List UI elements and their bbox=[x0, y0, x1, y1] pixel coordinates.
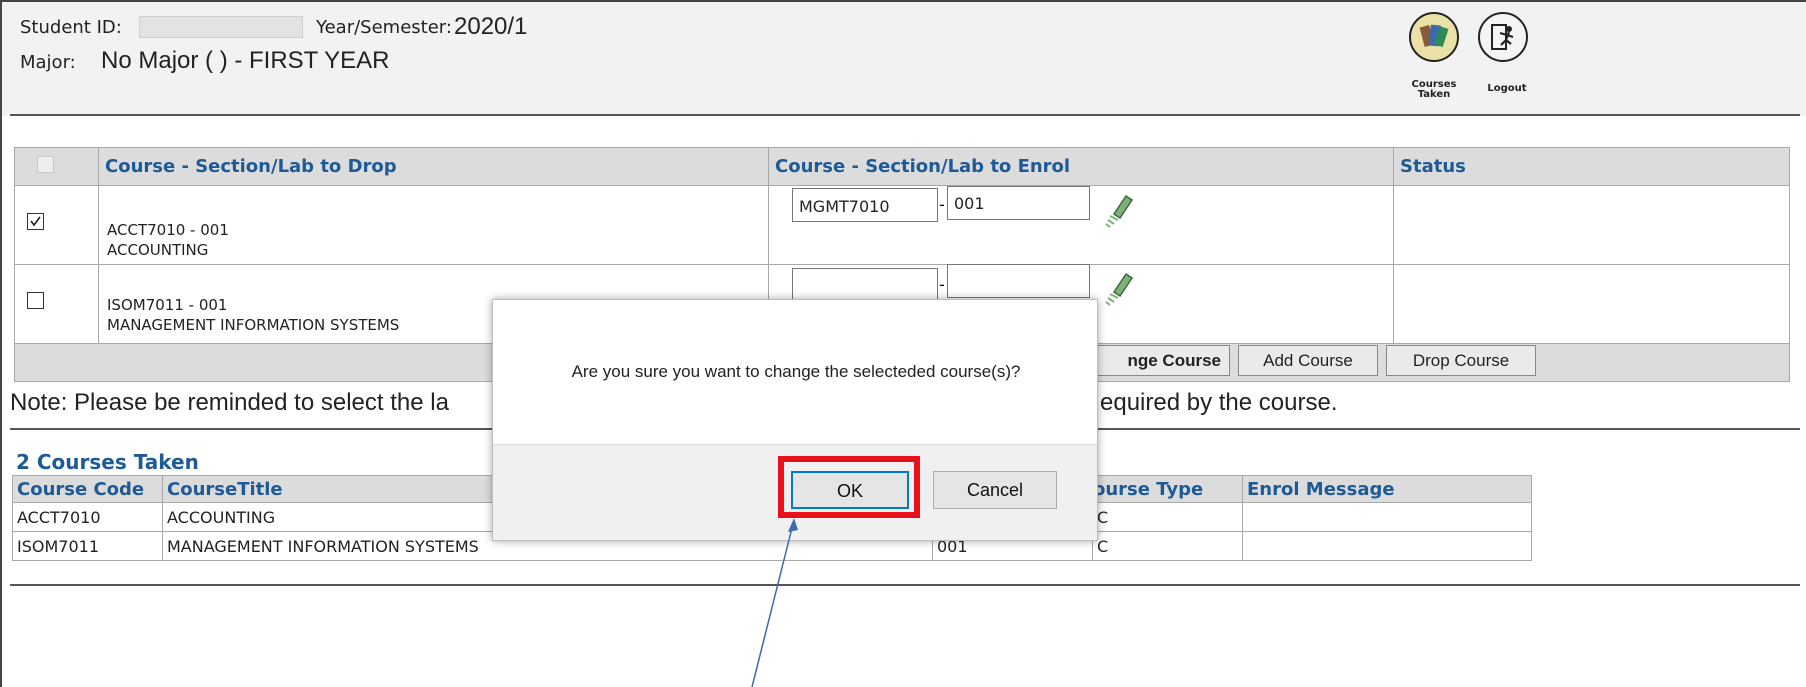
enrol-section-input[interactable] bbox=[947, 264, 1090, 298]
drop-course-cell: ACCT7010 - 001 ACCOUNTING bbox=[98, 185, 769, 265]
status-cell bbox=[1393, 264, 1790, 344]
cancel-button[interactable]: Cancel bbox=[933, 471, 1057, 509]
note-text-left: Note: Please be reminded to select the l… bbox=[10, 389, 449, 416]
change-course-button[interactable]: nge Course bbox=[1082, 345, 1230, 376]
select-all-header[interactable] bbox=[14, 147, 99, 186]
year-semester-value: 2020/1 bbox=[454, 13, 528, 40]
bottom-divider bbox=[10, 584, 1800, 586]
course-type-cell: C bbox=[1092, 531, 1243, 561]
course-code-cell: ISOM7011 bbox=[12, 531, 163, 561]
status-cell bbox=[1393, 185, 1790, 265]
enrol-message-cell bbox=[1242, 531, 1532, 561]
course-type-cell: C bbox=[1092, 502, 1243, 532]
row-checkbox-cell[interactable] bbox=[14, 185, 99, 265]
student-header: Student ID: Year/Semester: 2020/1 Major:… bbox=[2, 2, 1806, 116]
courses-taken-title: 2 Courses Taken bbox=[16, 450, 199, 474]
enrol-message-cell bbox=[1242, 502, 1532, 532]
logout-icon[interactable] bbox=[1478, 12, 1528, 62]
drop-course-title: ACCOUNTING bbox=[107, 241, 209, 259]
year-semester-label: Year/Semester: bbox=[316, 17, 452, 38]
drop-column-header: Course - Section/Lab to Drop bbox=[98, 147, 769, 186]
add-course-button[interactable]: Add Course bbox=[1238, 345, 1378, 376]
header-divider bbox=[10, 114, 1800, 116]
courses-taken-caption[interactable]: Courses Taken bbox=[1406, 80, 1462, 100]
enrol-column-header: Course - Section/Lab to Enrol bbox=[768, 147, 1394, 186]
search-flashlight-icon[interactable] bbox=[1100, 190, 1134, 232]
row-checkbox-checked[interactable] bbox=[27, 213, 44, 230]
student-id-label: Student ID: bbox=[20, 17, 122, 38]
major-label: Major: bbox=[20, 52, 76, 73]
dash-separator: - bbox=[939, 275, 945, 294]
enrol-course-input[interactable]: MGMT7010 bbox=[792, 188, 938, 222]
status-column-header: Status bbox=[1393, 147, 1790, 186]
course-type-header: ourse Type bbox=[1092, 475, 1243, 503]
student-id-value bbox=[139, 16, 303, 38]
enrol-message-header: Enrol Message bbox=[1242, 475, 1532, 503]
note-text-right: equired by the course. bbox=[1100, 389, 1338, 416]
drop-course-code: ACCT7010 - 001 bbox=[107, 221, 229, 239]
row-checkbox-cell[interactable] bbox=[14, 264, 99, 344]
enrol-course-input[interactable] bbox=[792, 268, 938, 302]
search-flashlight-icon[interactable] bbox=[1100, 268, 1134, 310]
select-all-checkbox bbox=[37, 155, 54, 173]
major-value: No Major ( ) - FIRST YEAR bbox=[101, 47, 390, 74]
enrol-section-input[interactable]: 001 bbox=[947, 186, 1090, 220]
course-code-cell: ACCT7010 bbox=[12, 502, 163, 532]
row-checkbox-unchecked[interactable] bbox=[27, 292, 44, 309]
course-code-header: Course Code bbox=[12, 475, 163, 503]
courses-taken-icon[interactable] bbox=[1409, 12, 1459, 62]
ok-highlight-box bbox=[778, 456, 920, 518]
dash-separator: - bbox=[939, 195, 945, 214]
dialog-message: Are you sure you want to change the sele… bbox=[571, 362, 1021, 381]
logout-caption[interactable]: Logout bbox=[1482, 84, 1532, 94]
drop-course-button[interactable]: Drop Course bbox=[1386, 345, 1536, 376]
